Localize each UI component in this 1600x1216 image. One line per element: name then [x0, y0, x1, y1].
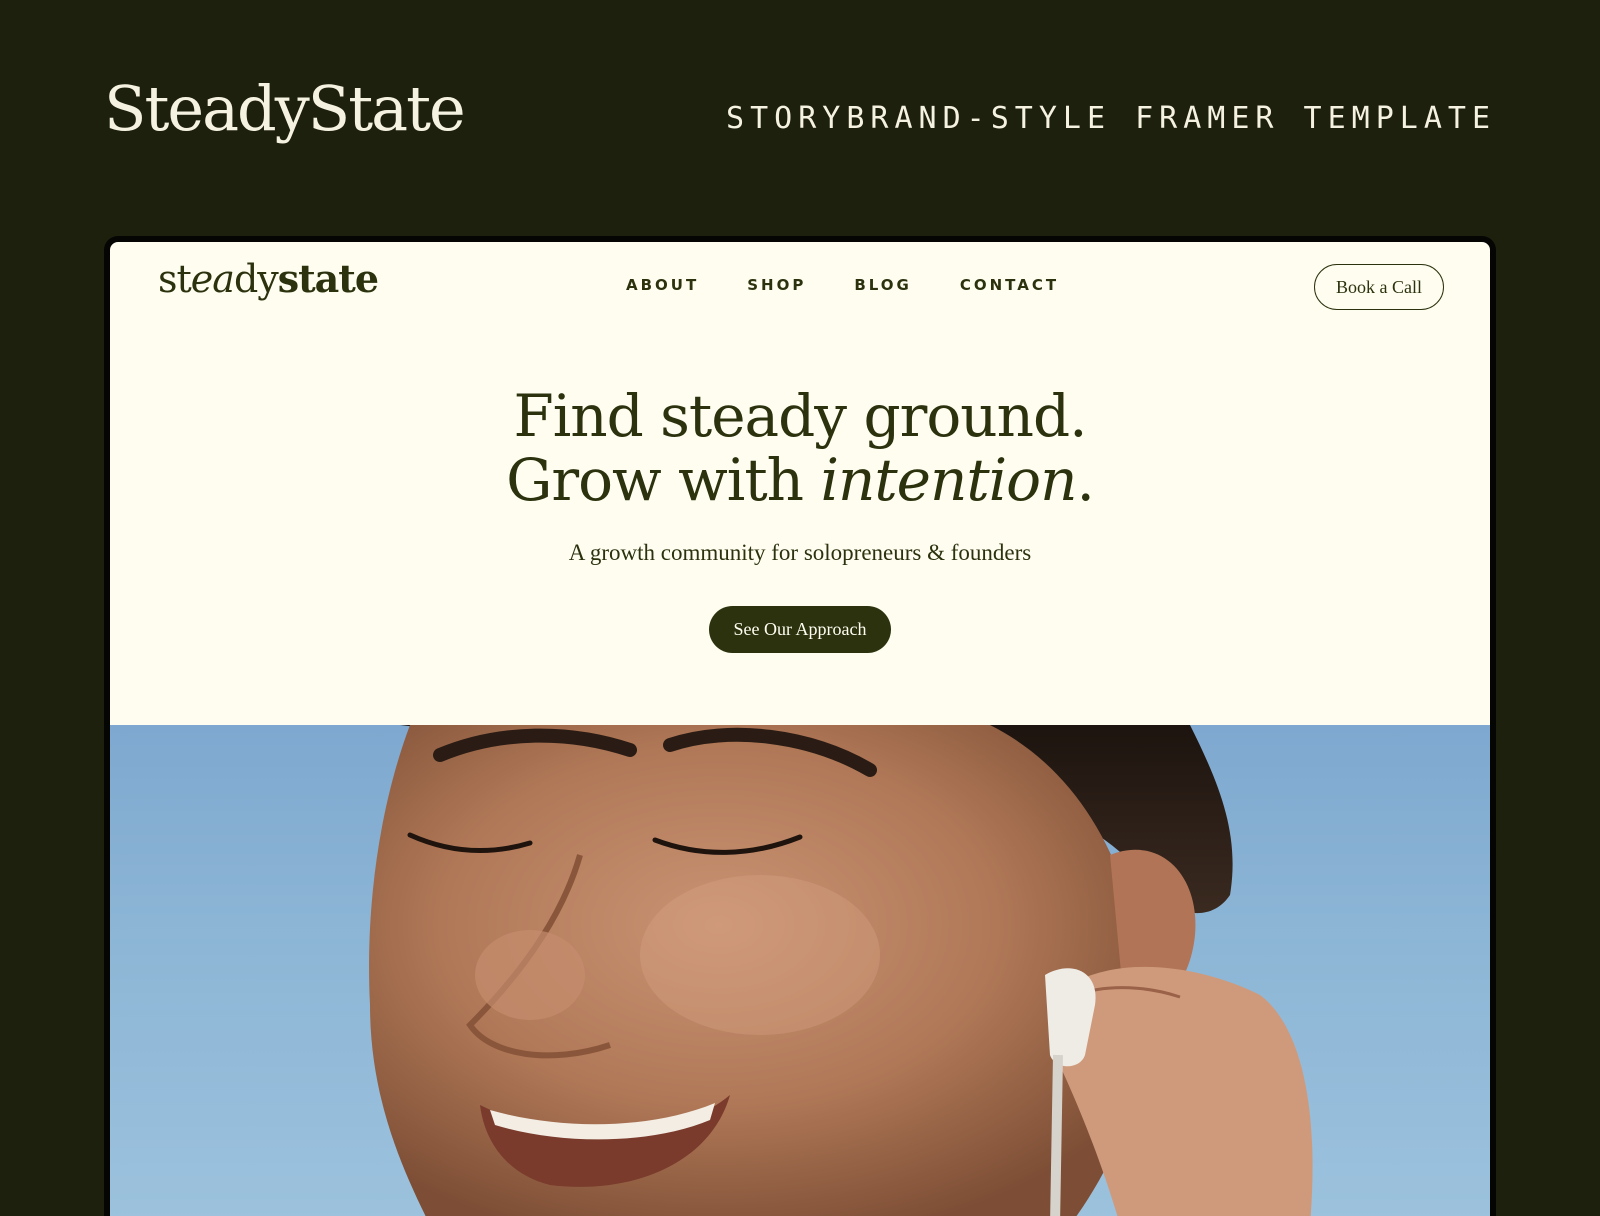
logo-part-3: dy — [233, 257, 279, 301]
hero-headline-line-2-prefix: Grow with — [506, 446, 821, 514]
presentation-header: SteadyState STORYBRAND-STYLE FRAMER TEMP… — [0, 0, 1600, 236]
site-logo[interactable]: steadystate — [158, 257, 379, 301]
see-our-approach-button[interactable]: See Our Approach — [709, 606, 891, 653]
hero-headline-emphasis: intention — [820, 446, 1077, 514]
logo-part-1: st — [158, 257, 192, 301]
outer-brand-wordmark: SteadyState — [104, 72, 466, 145]
hero-section: Find steady ground. Grow with intention.… — [110, 334, 1490, 724]
nav-link-contact[interactable]: CONTACT — [960, 278, 1059, 293]
site-navbar: steadystate ABOUT SHOP BLOG CONTACT Book… — [110, 242, 1490, 334]
hero-headline-line-1: Find steady ground. — [513, 382, 1087, 450]
website-preview-frame: steadystate ABOUT SHOP BLOG CONTACT Book… — [104, 236, 1496, 1216]
logo-part-2: ea — [190, 257, 235, 301]
outer-tagline: STORYBRAND-STYLE FRAMER TEMPLATE — [726, 101, 1496, 136]
primary-nav: ABOUT SHOP BLOG CONTACT — [626, 278, 1107, 293]
hero-headline-line-2-suffix: . — [1076, 446, 1094, 514]
hero-photo — [110, 725, 1490, 1216]
hero-subheadline: A growth community for solopreneurs & fo… — [568, 540, 1032, 565]
logo-part-4: state — [277, 256, 379, 301]
nav-link-shop[interactable]: SHOP — [747, 278, 806, 293]
book-a-call-button[interactable]: Book a Call — [1314, 264, 1444, 310]
smiling-woman-image-icon — [369, 725, 1313, 1216]
nav-link-blog[interactable]: BLOG — [854, 278, 912, 293]
hero-headline: Find steady ground. Grow with intention. — [110, 384, 1490, 512]
nav-link-about[interactable]: ABOUT — [626, 278, 699, 293]
hero-headline-line-2: Grow with intention. — [110, 448, 1490, 512]
